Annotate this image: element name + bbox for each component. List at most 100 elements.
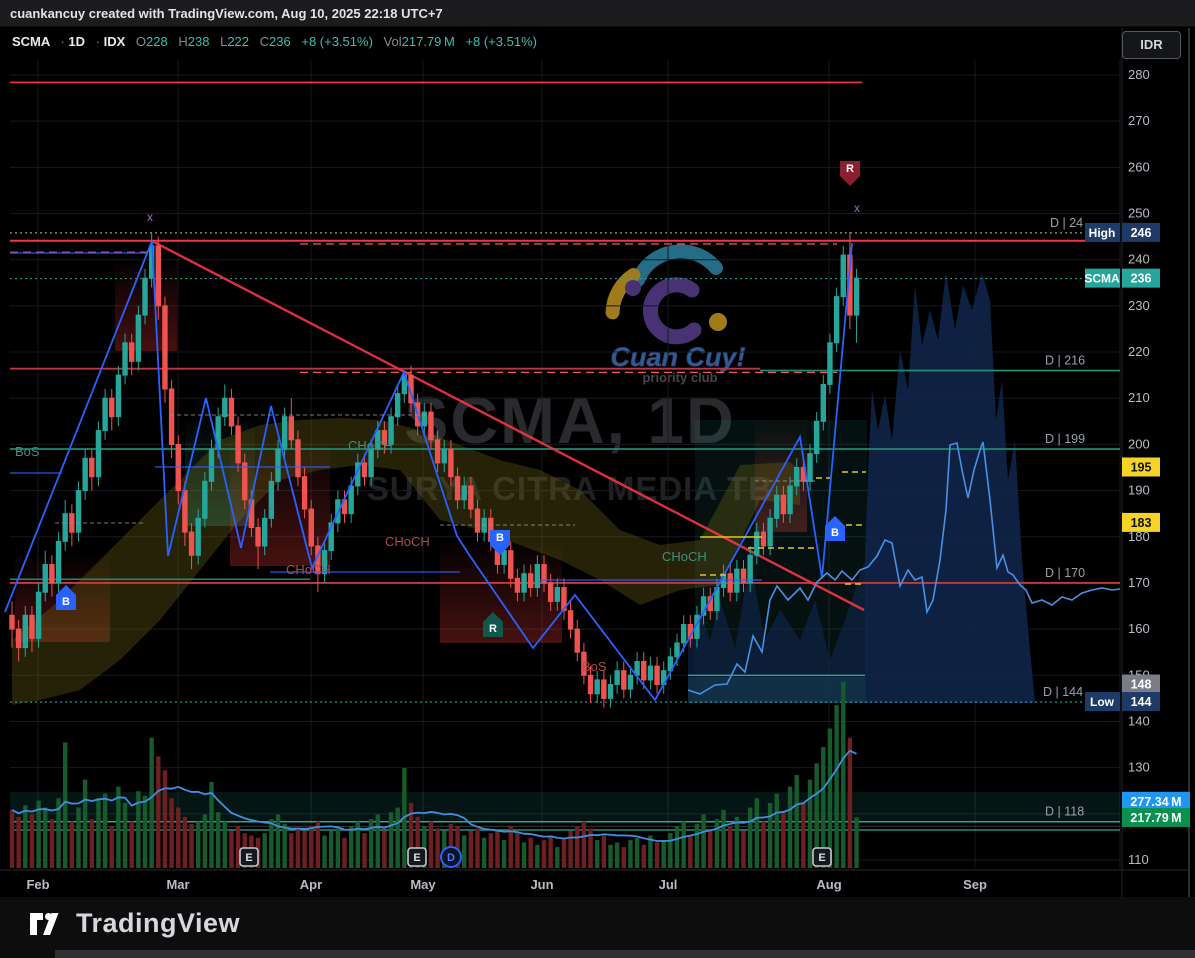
price-axis-badge[interactable]: 217.79 M — [1122, 807, 1190, 827]
candle-body — [428, 411, 434, 441]
earnings-badge[interactable]: E — [812, 847, 832, 867]
candle-body — [395, 393, 401, 418]
volume-bar — [668, 833, 673, 868]
candle-body — [780, 494, 787, 515]
level-label: D | 144 — [1043, 685, 1083, 699]
volume-bar — [269, 819, 274, 868]
volume-bar — [701, 814, 706, 868]
month-label: Jun — [530, 877, 553, 892]
price-axis-badge[interactable]: 183 — [1122, 512, 1160, 532]
volume-bar — [16, 816, 21, 868]
volume-bar — [501, 840, 507, 868]
price-tick: 220 — [1128, 344, 1150, 359]
candle-body — [155, 245, 162, 307]
candle-body — [474, 508, 481, 533]
volume-bar — [435, 828, 440, 868]
candle-body — [295, 439, 301, 478]
candle-body — [574, 628, 580, 653]
badge-value-text: 246 — [1131, 226, 1152, 240]
candle-body — [242, 462, 248, 501]
candle-body — [647, 665, 654, 681]
volume-bar — [754, 798, 759, 868]
volume-bar — [89, 819, 94, 868]
candle-body — [760, 531, 767, 547]
candle-body — [222, 397, 228, 418]
candle-body — [807, 453, 813, 482]
earnings-badge[interactable]: E — [407, 847, 427, 867]
candle-body — [288, 416, 295, 441]
badge-tag-text: Low — [1090, 695, 1115, 709]
volume-bar — [841, 681, 846, 868]
symbol-legend[interactable]: SCMA · 1D · IDX O228 H238 L222 C236 +8 (… — [12, 34, 537, 49]
high-value: 238 — [187, 34, 210, 49]
price-axis-badge[interactable]: High 246 — [1085, 222, 1160, 242]
candle-body — [348, 485, 354, 515]
symbol-name[interactable]: SCMA — [12, 34, 50, 49]
currency-toggle-button[interactable]: IDR — [1122, 31, 1181, 59]
month-label: May — [410, 877, 436, 892]
price-tick: 110 — [1128, 852, 1149, 867]
earnings-badge[interactable]: E — [239, 847, 259, 867]
tradingview-logo[interactable]: TradingView — [30, 908, 240, 939]
candle-body — [255, 527, 261, 547]
level-label: D | 216 — [1045, 354, 1085, 368]
candle-body — [168, 388, 175, 445]
candle-body — [208, 448, 215, 482]
timeframe[interactable]: 1D — [68, 34, 85, 49]
price-axis-badge[interactable]: 148 — [1122, 674, 1160, 694]
volume-bar — [761, 821, 766, 868]
price-axis-badge[interactable]: 195 — [1122, 457, 1160, 477]
volume-bar — [528, 837, 533, 868]
candle-body — [601, 679, 607, 699]
volume-bar — [661, 840, 666, 868]
bottom-scrollbar[interactable] — [55, 950, 1195, 958]
volume-bar — [641, 844, 646, 868]
price-axis-badge[interactable]: 277.34 M — [1122, 791, 1190, 811]
price-axis-badge[interactable]: Low 144 — [1085, 692, 1160, 712]
volume-bar — [289, 833, 294, 868]
price-tick: 210 — [1128, 390, 1150, 405]
volume-bar — [741, 830, 746, 868]
open-value: 228 — [146, 34, 168, 49]
candle-body — [308, 508, 314, 547]
volume-bar — [309, 826, 314, 868]
volume-bar — [774, 793, 779, 868]
badge-letter: E — [818, 852, 825, 864]
chart-canvas[interactable]: D | 24 D | 216 D | 199 D | 170 D | 144 D | 11… — [0, 0, 1195, 958]
level-label: D | 24 — [1050, 216, 1083, 230]
candle-body — [680, 623, 687, 644]
volume-bar — [781, 812, 786, 868]
volume-bar — [428, 821, 434, 868]
badge-tag-text: High — [1089, 226, 1116, 240]
candle-body — [747, 554, 753, 584]
volume-bar — [122, 802, 128, 868]
badge-value-text: 183 — [1131, 516, 1152, 530]
volume-bar — [63, 742, 68, 868]
volume-bar — [787, 786, 793, 868]
badge-value-text: 195 — [1131, 460, 1152, 474]
price-tick: 240 — [1128, 252, 1150, 267]
badge-letter: E — [413, 852, 420, 864]
volume-bar — [508, 826, 513, 868]
volume-bar — [262, 833, 267, 868]
candle-body — [195, 517, 201, 556]
candle-body — [514, 577, 521, 593]
volume-bar — [621, 847, 626, 868]
candle-body — [607, 684, 614, 699]
candle-body — [9, 614, 15, 630]
sell-signal-marker[interactable]: R — [840, 161, 860, 186]
candle-body — [454, 476, 461, 501]
projection-area-right — [865, 272, 1035, 703]
volume-bar — [548, 835, 553, 868]
time-axis[interactable]: Feb Mar Apr May Jun Jul Aug Sep — [26, 877, 987, 892]
volume-bar — [69, 821, 75, 868]
volume-bar — [215, 812, 221, 868]
price-axis-badge[interactable]: SCMA 236 — [1084, 268, 1160, 288]
volume-bar — [794, 774, 799, 868]
candle-body — [275, 448, 281, 482]
candle-body — [268, 480, 275, 519]
volume-bar — [694, 823, 700, 868]
badge-letter: D — [447, 852, 455, 864]
candle-body — [188, 531, 195, 556]
dividend-badge[interactable]: D — [440, 846, 462, 868]
